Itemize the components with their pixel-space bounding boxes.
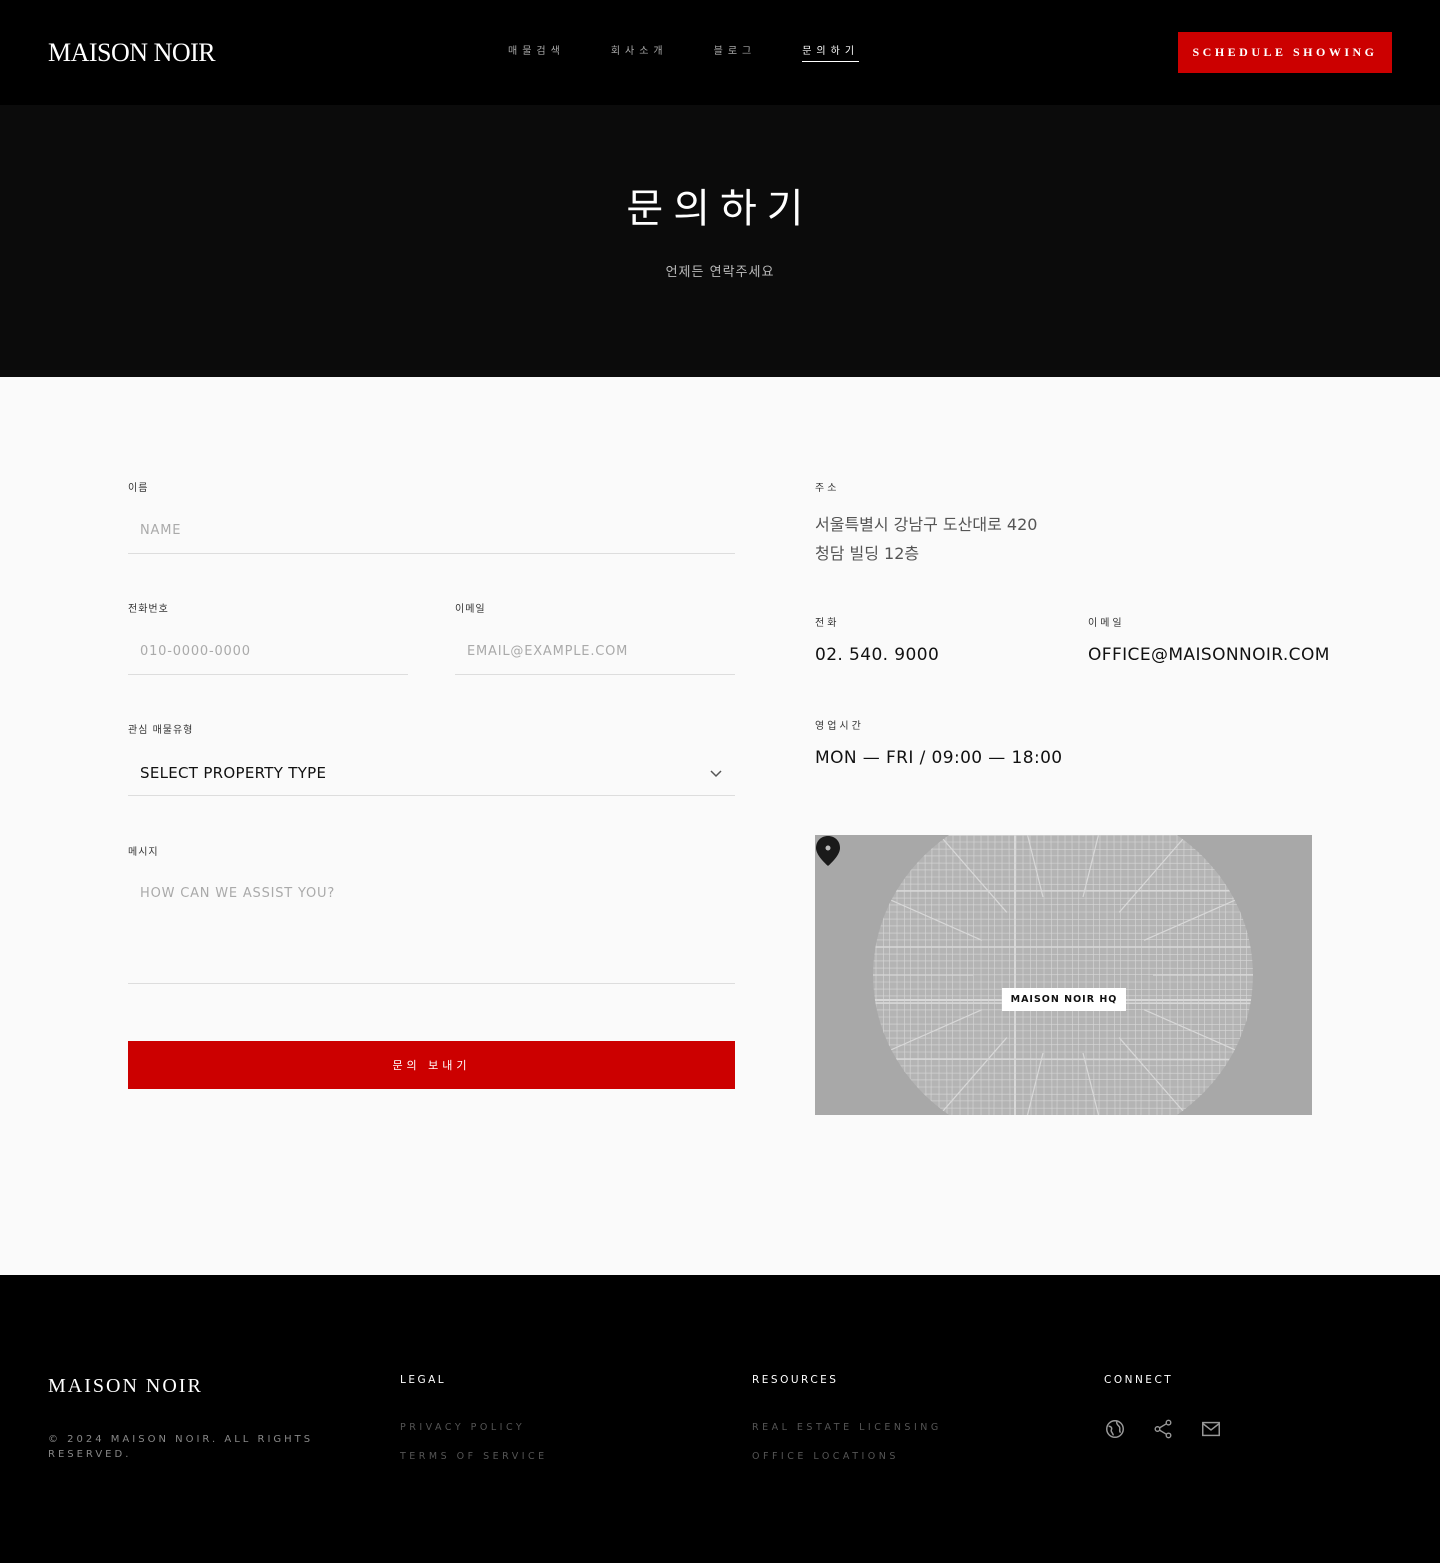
- footer-logo: MAISON NOIR: [48, 1375, 203, 1397]
- nav-item-about[interactable]: 회사소개: [611, 42, 668, 62]
- legal-heading: LEGAL: [400, 1374, 447, 1386]
- property-field-group: 관심 매물유형 SELECT PROPERTY TYPE: [128, 721, 735, 796]
- address-line-1: 서울특별시 강남구 도산대로 420: [815, 515, 1038, 534]
- site-header: MAISON NOIR 매물검색 회사소개 블로그 문의하기 SCHEDULE …: [0, 0, 1440, 105]
- hours-block: 영업시간 MON — FRI / 09:00 — 18:00: [815, 717, 1063, 768]
- footer-resources: RESOURCES REAL ESTATE LICENSING OFFICE L…: [752, 1374, 942, 1462]
- name-label: 이름: [128, 483, 149, 494]
- phone-label: 전화번호: [128, 604, 169, 615]
- hours-value: MON — FRI / 09:00 — 18:00: [815, 748, 1063, 768]
- name-field-group: 이름: [128, 479, 735, 554]
- footer-connect: CONNECT: [1104, 1374, 1248, 1440]
- property-label: 관심 매물유형: [128, 725, 194, 736]
- schedule-showing-button[interactable]: SCHEDULE SHOWING: [1178, 32, 1392, 73]
- email-input[interactable]: [455, 629, 735, 675]
- phone-value[interactable]: 02. 540. 9000: [815, 645, 939, 665]
- phone-input[interactable]: [128, 629, 408, 675]
- property-type-select[interactable]: SELECT PROPERTY TYPE: [128, 750, 735, 796]
- phone-block: 전화 02. 540. 9000: [815, 614, 939, 665]
- office-locations-link[interactable]: OFFICE LOCATIONS: [752, 1451, 942, 1462]
- page-subtitle: 언제든 연락주세요: [665, 265, 775, 280]
- terms-of-service-link[interactable]: TERMS OF SERVICE: [400, 1451, 548, 1462]
- nav-item-blog[interactable]: 블로그: [714, 42, 757, 62]
- logo[interactable]: MAISON NOIR: [48, 38, 216, 68]
- footer-legal: LEGAL PRIVACY POLICY TERMS OF SERVICE: [400, 1374, 548, 1462]
- email-field-group: 이메일: [455, 600, 735, 675]
- address-line-2: 청담 빌딩 12층: [815, 544, 920, 563]
- resources-heading: RESOURCES: [752, 1374, 839, 1386]
- chevron-down-icon: [710, 769, 722, 777]
- page-title: 문의하기: [626, 186, 814, 232]
- nav-item-contact[interactable]: 문의하기: [802, 42, 860, 62]
- address-label: 주소: [815, 483, 840, 494]
- email-label: 이메일: [455, 604, 486, 615]
- nav-item-search[interactable]: 매물검색: [508, 42, 565, 62]
- contact-section: 이름 전화번호 이메일 관심 매물유형 SELECT PROPERTY TYPE…: [0, 377, 1440, 1275]
- hours-label: 영업시간: [815, 721, 864, 732]
- share-icon[interactable]: [1152, 1418, 1174, 1440]
- site-footer: MAISON NOIR © 2024 MAISON NOIR. ALL RIGH…: [0, 1275, 1440, 1563]
- copyright: © 2024 MAISON NOIR. ALL RIGHTS RESERVED.: [48, 1434, 314, 1460]
- address-block: 주소 서울특별시 강남구 도산대로 420 청담 빌딩 12층: [815, 479, 1037, 568]
- licensing-link[interactable]: REAL ESTATE LICENSING: [752, 1422, 942, 1433]
- email-info-label: 이메일: [1088, 618, 1125, 629]
- privacy-policy-link[interactable]: PRIVACY POLICY: [400, 1422, 548, 1433]
- message-label: 메시지: [128, 847, 159, 858]
- main-nav: 매물검색 회사소개 블로그 문의하기: [508, 42, 905, 62]
- map-streets: [873, 835, 1253, 1115]
- mail-icon[interactable]: [1200, 1418, 1222, 1440]
- message-textarea[interactable]: [128, 872, 735, 984]
- hero: 문의하기 언제든 연락주세요: [0, 105, 1440, 377]
- map-pin-icon[interactable]: [815, 835, 841, 867]
- office-map[interactable]: MAISON NOIR HQ: [815, 835, 1312, 1115]
- map-marker-label: MAISON NOIR HQ: [1002, 988, 1126, 1011]
- name-input[interactable]: [128, 508, 735, 554]
- submit-inquiry-button[interactable]: 문의 보내기: [128, 1041, 735, 1089]
- email-block: 이메일 OFFICE@MAISONNOIR.COM: [1088, 614, 1330, 665]
- phone-info-label: 전화: [815, 618, 840, 629]
- phone-field-group: 전화번호: [128, 600, 408, 675]
- message-field-group: 메시지: [128, 843, 735, 984]
- globe-icon[interactable]: [1104, 1418, 1126, 1440]
- connect-heading: CONNECT: [1104, 1374, 1174, 1386]
- email-value[interactable]: OFFICE@MAISONNOIR.COM: [1088, 645, 1330, 665]
- property-type-value: SELECT PROPERTY TYPE: [140, 763, 327, 782]
